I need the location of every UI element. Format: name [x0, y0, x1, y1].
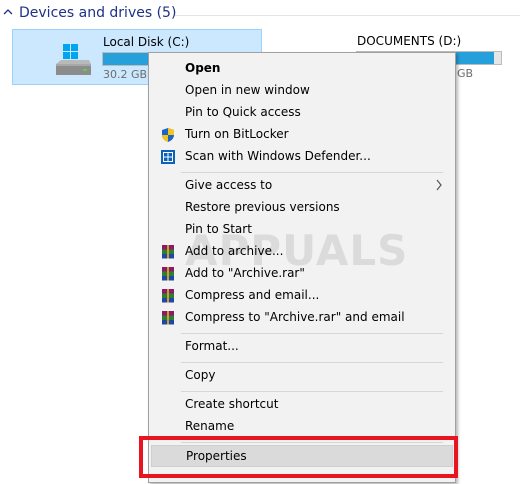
menu-item-label: Restore previous versions: [185, 200, 340, 214]
menu-separator: [181, 362, 443, 363]
winrar-icon: [162, 311, 174, 325]
menu-item-format[interactable]: Format...: [151, 336, 453, 358]
winrar-icon: [162, 267, 174, 281]
drive-free-space: 30.2 GB f: [103, 68, 155, 81]
menu-separator: [181, 172, 443, 173]
annotation-highlight-box: [139, 436, 458, 478]
uac-shield-icon: [162, 128, 174, 142]
menu-item-give-access[interactable]: Give access to: [151, 175, 453, 197]
menu-item-open-new-window[interactable]: Open in new window: [151, 80, 453, 102]
watermark: APPUALS: [185, 226, 409, 275]
menu-item-label: Turn on BitLocker: [185, 127, 289, 141]
menu-item-label: Open: [185, 61, 221, 75]
menu-separator: [181, 391, 443, 392]
menu-item-create-shortcut[interactable]: Create shortcut: [151, 394, 453, 416]
menu-item-label: Open in new window: [185, 83, 310, 97]
menu-item-copy[interactable]: Copy: [151, 365, 453, 387]
drive-free-space: GB: [457, 67, 474, 80]
winrar-icon: [162, 289, 174, 303]
menu-item-label: Create shortcut: [185, 397, 279, 411]
menu-item-label: Compress to "Archive.rar" and email: [185, 310, 405, 324]
menu-item-windows-defender[interactable]: Scan with Windows Defender...: [151, 146, 453, 168]
group-title: Devices and drives (5): [19, 5, 177, 21]
drive-name: Local Disk (C:): [103, 35, 190, 49]
menu-item-label: Scan with Windows Defender...: [185, 149, 371, 163]
group-divider: [175, 15, 520, 16]
menu-separator: [181, 333, 443, 334]
menu-item-bitlocker[interactable]: Turn on BitLocker: [151, 124, 453, 146]
hard-drive-icon: [56, 44, 91, 75]
menu-item-label: Format...: [185, 339, 239, 353]
winrar-icon: [162, 245, 174, 259]
menu-item-compress-rar-email[interactable]: Compress to "Archive.rar" and email: [151, 307, 453, 329]
menu-item-label: Pin to Quick access: [185, 105, 301, 119]
drive-name: DOCUMENTS (D:): [357, 34, 462, 48]
menu-item-restore-versions[interactable]: Restore previous versions: [151, 197, 453, 219]
chevron-up-icon[interactable]: [2, 6, 14, 18]
chevron-right-icon: [436, 179, 442, 191]
menu-item-open[interactable]: Open: [151, 58, 453, 80]
menu-item-rename[interactable]: Rename: [151, 416, 453, 438]
windows-defender-icon: [161, 150, 175, 164]
menu-item-label: Copy: [185, 368, 216, 382]
menu-item-label: Rename: [185, 419, 235, 433]
menu-item-label: Compress and email...: [185, 288, 320, 302]
devices-group-header[interactable]: Devices and drives (5): [0, 0, 520, 30]
menu-item-pin-quick-access[interactable]: Pin to Quick access: [151, 102, 453, 124]
menu-item-compress-email[interactable]: Compress and email...: [151, 285, 453, 307]
menu-item-label: Give access to: [185, 178, 273, 192]
